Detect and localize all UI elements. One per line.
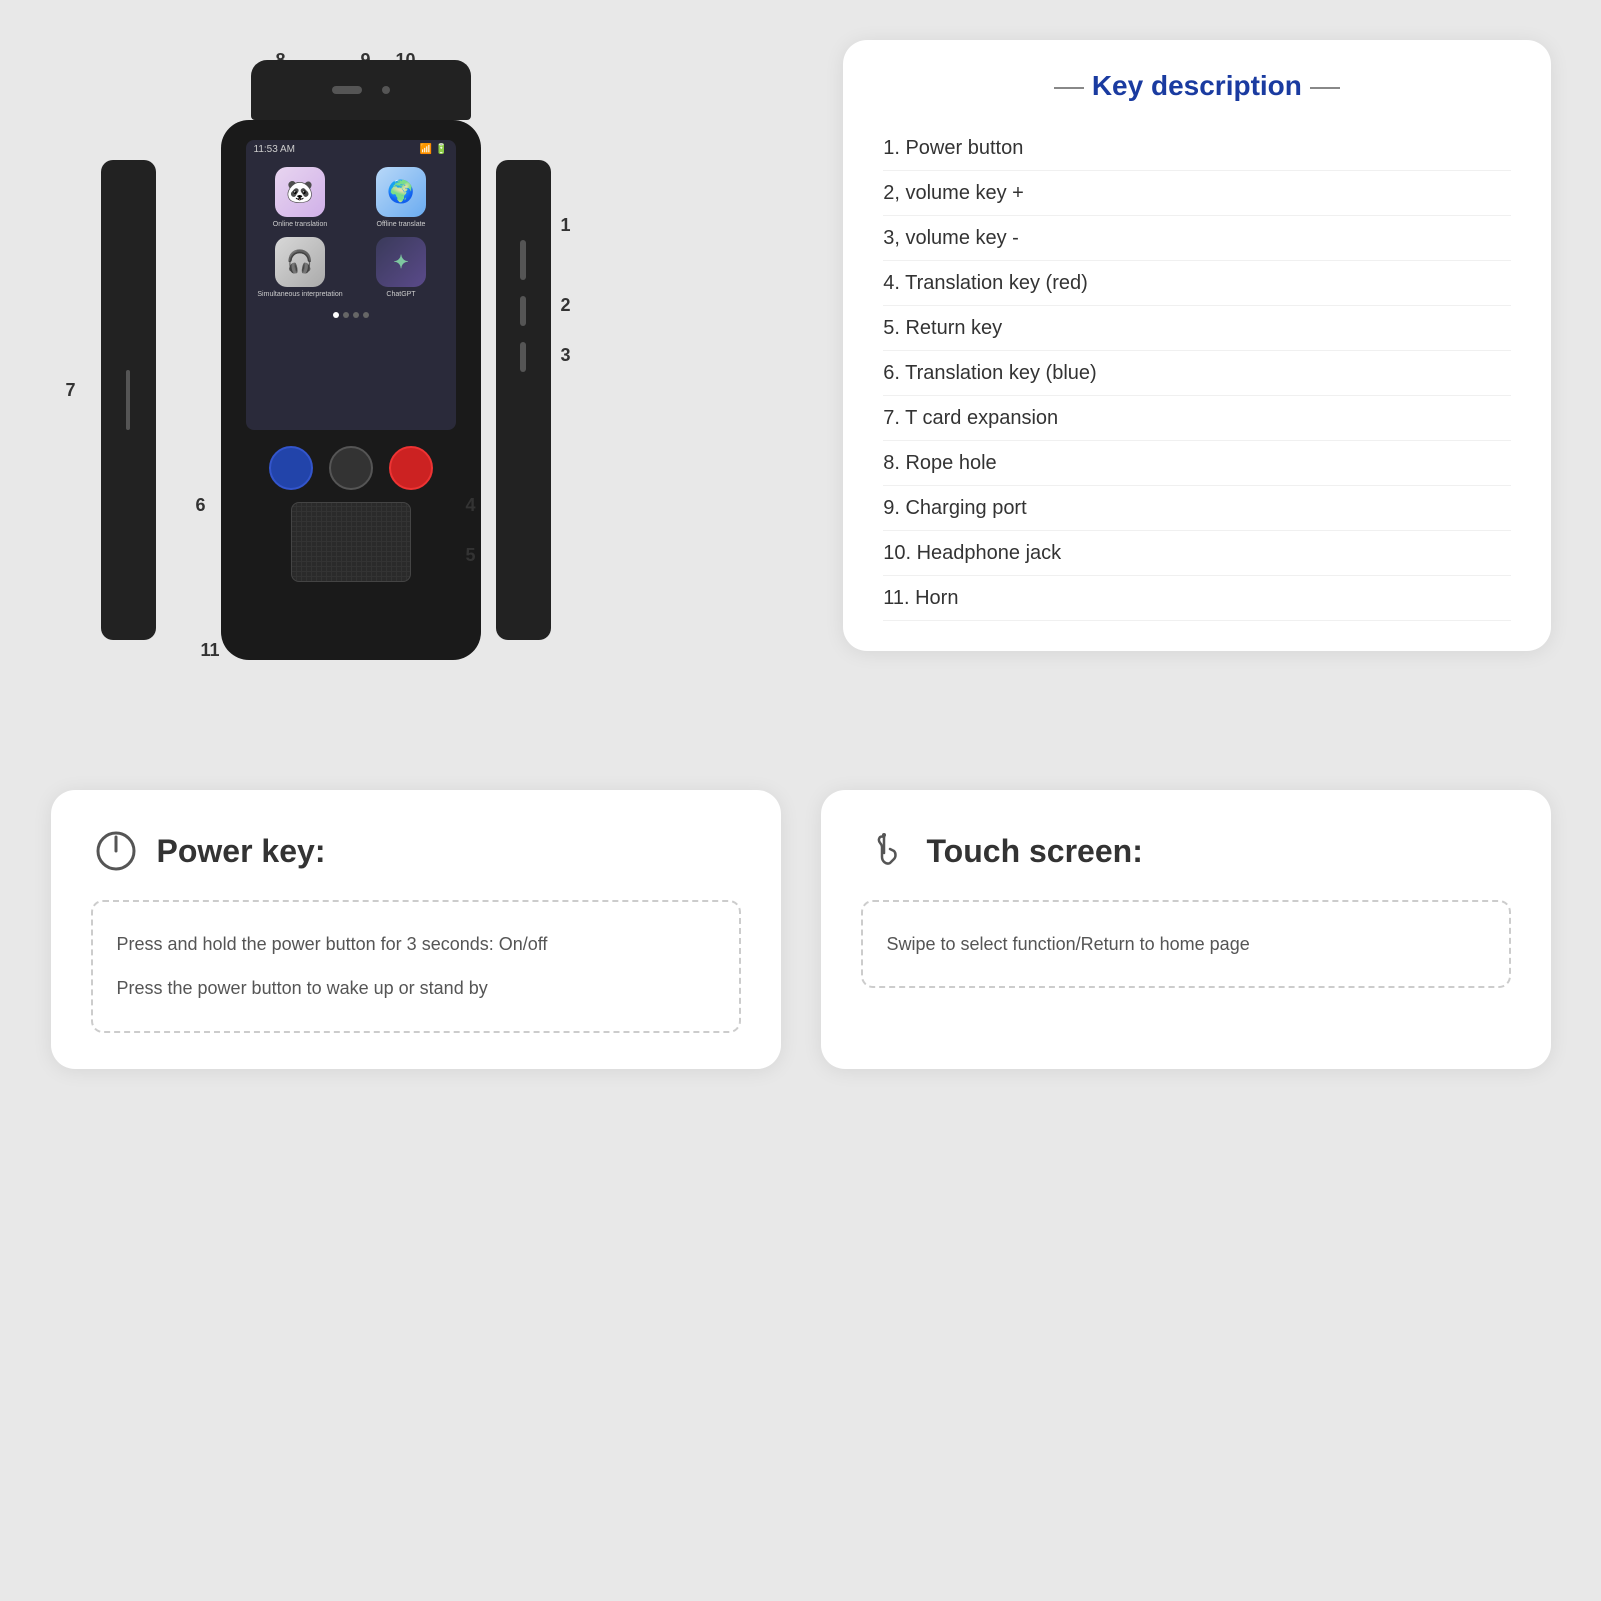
- power-key-card: Power key: Press and hold the power butt…: [51, 790, 781, 1069]
- label-4: 4: [466, 495, 476, 516]
- app-simultaneous: 🎧 Simultaneous interpretation: [254, 237, 347, 299]
- horn-speaker: [291, 502, 411, 582]
- main-container: 8 9 10 7 11:53 AM 📶 🔋: [51, 40, 1551, 1069]
- translation-key-red: [389, 446, 433, 490]
- key-item-5: 5. Return key: [883, 306, 1510, 351]
- power-key-title: Power key:: [157, 833, 326, 870]
- screen-icons: 📶 🔋: [420, 144, 448, 155]
- touch-screen-card: Touch screen: Swipe to select function/R…: [821, 790, 1551, 1069]
- touch-screen-icon: [861, 826, 911, 876]
- power-key-desc-1: Press and hold the power button for 3 se…: [117, 922, 715, 966]
- key-description-title: Key description: [883, 70, 1510, 102]
- screen-status-bar: 11:53 AM 📶 🔋: [246, 140, 456, 159]
- volume-up-visual: [520, 296, 526, 326]
- key-item-4: 4. Translation key (red): [883, 261, 1510, 306]
- app-chatgpt: ✦ ChatGPT: [355, 237, 448, 299]
- key-item-8: 8. Rope hole: [883, 441, 1510, 486]
- dot-4: [363, 312, 369, 318]
- dot-3: [353, 312, 359, 318]
- key-item-2: 2, volume key +: [883, 171, 1510, 216]
- app-online-label: Online translation: [273, 221, 327, 229]
- power-key-title-row: Power key:: [91, 826, 741, 876]
- device-body: 11:53 AM 📶 🔋 🐼 Online translation 🌍 Offl…: [221, 120, 481, 660]
- touch-screen-title-row: Touch screen:: [861, 826, 1511, 876]
- app-offline-translate: 🌍 Offline translate: [355, 167, 448, 229]
- power-key-desc-2: Press the power button to wake up or sta…: [117, 966, 715, 1010]
- volume-down-visual: [520, 342, 526, 372]
- charging-port-visual: [332, 86, 362, 94]
- power-key-icon: [91, 826, 141, 876]
- label-2: 2: [561, 295, 571, 316]
- app-chatgpt-label: ChatGPT: [386, 291, 415, 299]
- label-6: 6: [196, 495, 206, 516]
- return-key: [329, 446, 373, 490]
- top-section: 8 9 10 7 11:53 AM 📶 🔋: [51, 40, 1551, 740]
- app-offline-label: Offline translate: [377, 221, 426, 229]
- app-offline-icon: 🌍: [376, 167, 426, 217]
- power-key-content: Press and hold the power button for 3 se…: [91, 900, 741, 1033]
- screen-pagination-dots: [246, 312, 456, 318]
- label-1: 1: [561, 215, 571, 236]
- label-5: 5: [466, 545, 476, 566]
- device-right-side: [496, 160, 551, 640]
- label-11: 11: [201, 640, 220, 661]
- device-buttons-row: [269, 446, 433, 490]
- tcard-slot-visual: [126, 370, 130, 430]
- touch-screen-content: Swipe to select function/Return to home …: [861, 900, 1511, 988]
- translation-key-blue: [269, 446, 313, 490]
- key-description-list: 1. Power button 2, volume key + 3, volum…: [883, 126, 1510, 621]
- key-item-10: 10. Headphone jack: [883, 531, 1510, 576]
- app-simultaneous-icon: 🎧: [275, 237, 325, 287]
- headphone-jack-visual: [382, 86, 390, 94]
- power-button-visual: [520, 240, 526, 280]
- screen-app-grid: 🐼 Online translation 🌍 Offline translate…: [246, 159, 456, 308]
- dot-1: [333, 312, 339, 318]
- key-item-11: 11. Horn: [883, 576, 1510, 621]
- touch-screen-desc-1: Swipe to select function/Return to home …: [887, 922, 1485, 966]
- device-top-view: [251, 60, 471, 120]
- app-chatgpt-icon: ✦: [376, 237, 426, 287]
- label-7: 7: [66, 380, 76, 401]
- screen-time: 11:53 AM: [254, 144, 296, 155]
- key-item-1: 1. Power button: [883, 126, 1510, 171]
- label-3: 3: [561, 345, 571, 366]
- key-item-6: 6. Translation key (blue): [883, 351, 1510, 396]
- app-online-icon: 🐼: [275, 167, 325, 217]
- app-online-translation: 🐼 Online translation: [254, 167, 347, 229]
- dot-2: [343, 312, 349, 318]
- key-description-panel: Key description 1. Power button 2, volum…: [843, 40, 1550, 651]
- bottom-section: Power key: Press and hold the power butt…: [51, 790, 1551, 1069]
- key-item-3: 3, volume key -: [883, 216, 1510, 261]
- key-item-7: 7. T card expansion: [883, 396, 1510, 441]
- key-item-9: 9. Charging port: [883, 486, 1510, 531]
- device-area: 8 9 10 7 11:53 AM 📶 🔋: [51, 40, 804, 740]
- device-left-side: [101, 160, 156, 640]
- device-screen: 11:53 AM 📶 🔋 🐼 Online translation 🌍 Offl…: [246, 140, 456, 430]
- touch-screen-title: Touch screen:: [927, 833, 1143, 870]
- app-simultaneous-label: Simultaneous interpretation: [257, 291, 342, 299]
